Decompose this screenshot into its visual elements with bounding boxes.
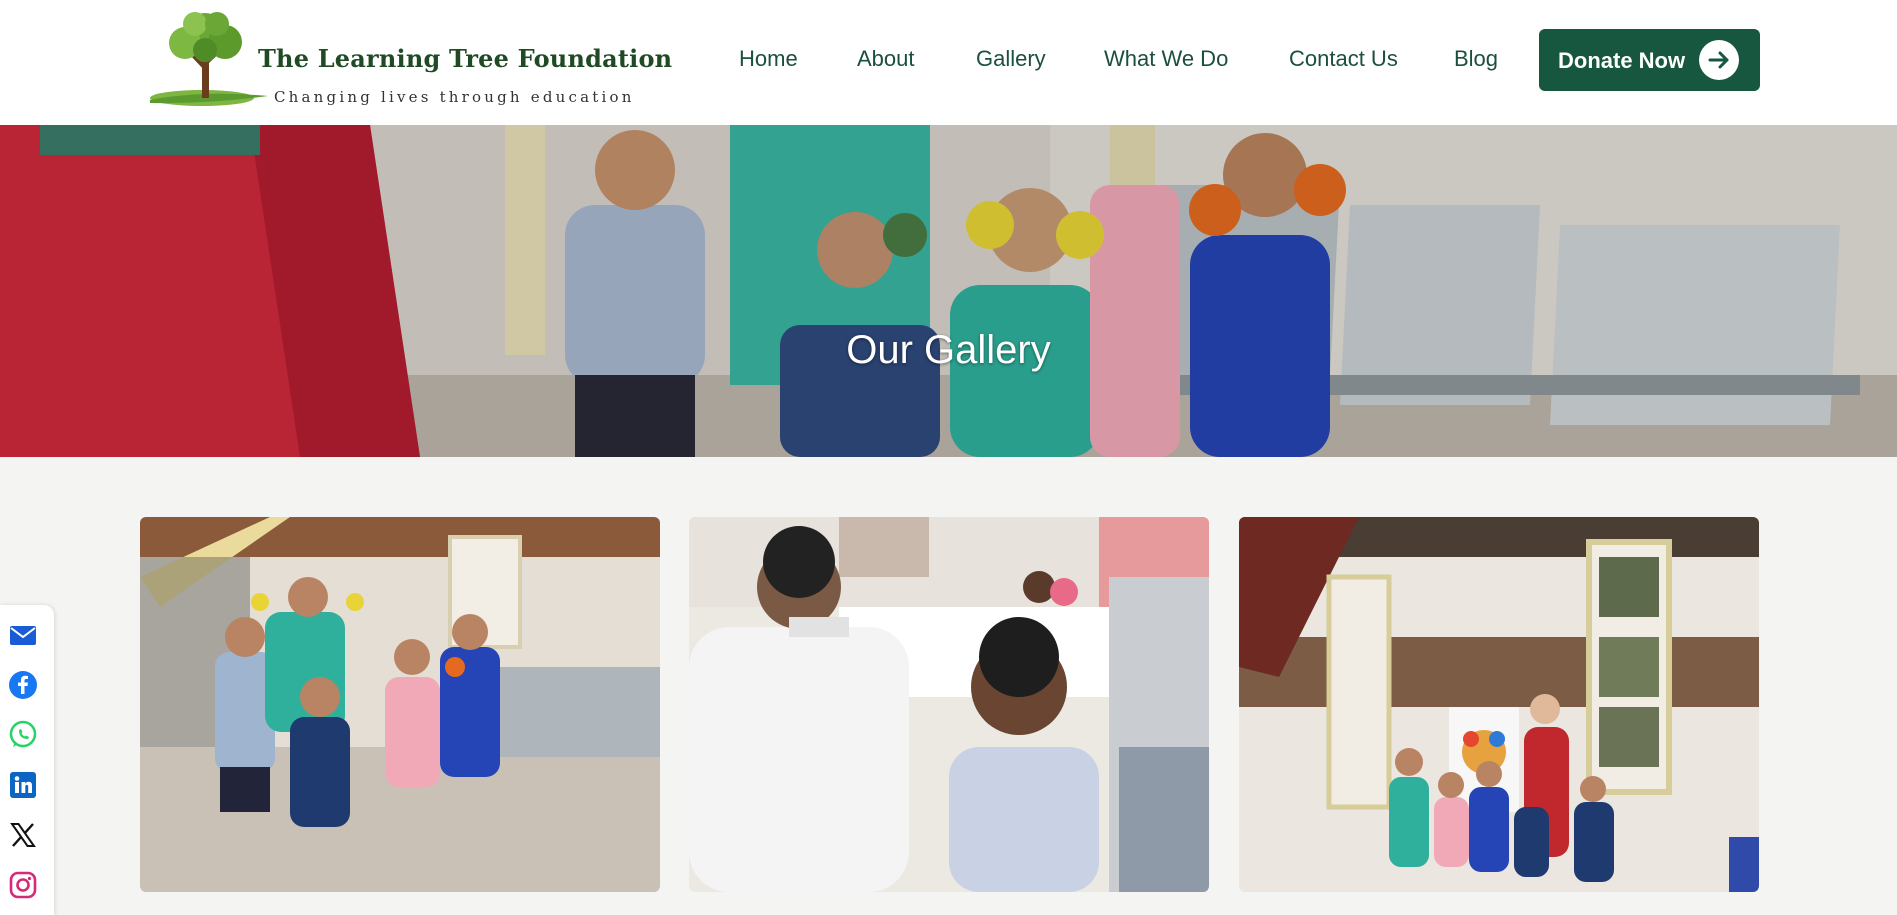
whatsapp-icon[interactable] xyxy=(8,720,38,750)
site-header: The Learning Tree Foundation Changing li… xyxy=(0,0,1897,125)
arrow-right-icon xyxy=(1699,40,1739,80)
instagram-icon[interactable] xyxy=(8,870,38,900)
nav-what-we-do[interactable]: What We Do xyxy=(1104,46,1228,72)
nav-home[interactable]: Home xyxy=(739,46,798,72)
gallery-photo-children-painted-hands[interactable] xyxy=(140,517,660,892)
donate-button[interactable]: Donate Now xyxy=(1539,29,1760,91)
gallery-photo-dental-checkup[interactable] xyxy=(689,517,1209,892)
nav-blog[interactable]: Blog xyxy=(1454,46,1498,72)
gallery-photo-1 xyxy=(140,517,660,892)
main-nav: Home About Gallery What We Do Contact Us… xyxy=(0,0,1897,125)
gallery-photo-3 xyxy=(1239,517,1759,892)
x-icon[interactable] xyxy=(8,820,38,850)
hero-banner: Our Gallery xyxy=(0,125,1897,457)
social-share-bar xyxy=(0,605,54,915)
gallery-photo-handprint-tree-artwork[interactable] xyxy=(1239,517,1759,892)
facebook-icon[interactable] xyxy=(8,670,38,700)
donate-label: Donate Now xyxy=(1558,48,1686,73)
page-title: Our Gallery xyxy=(846,328,1051,372)
gallery-photo-2 xyxy=(689,517,1209,892)
nav-gallery[interactable]: Gallery xyxy=(976,46,1046,72)
email-icon[interactable] xyxy=(8,620,38,650)
nav-about[interactable]: About xyxy=(857,46,915,72)
hero-photo xyxy=(0,125,1897,457)
linkedin-icon[interactable] xyxy=(8,770,38,800)
nav-contact-us[interactable]: Contact Us xyxy=(1289,46,1398,72)
